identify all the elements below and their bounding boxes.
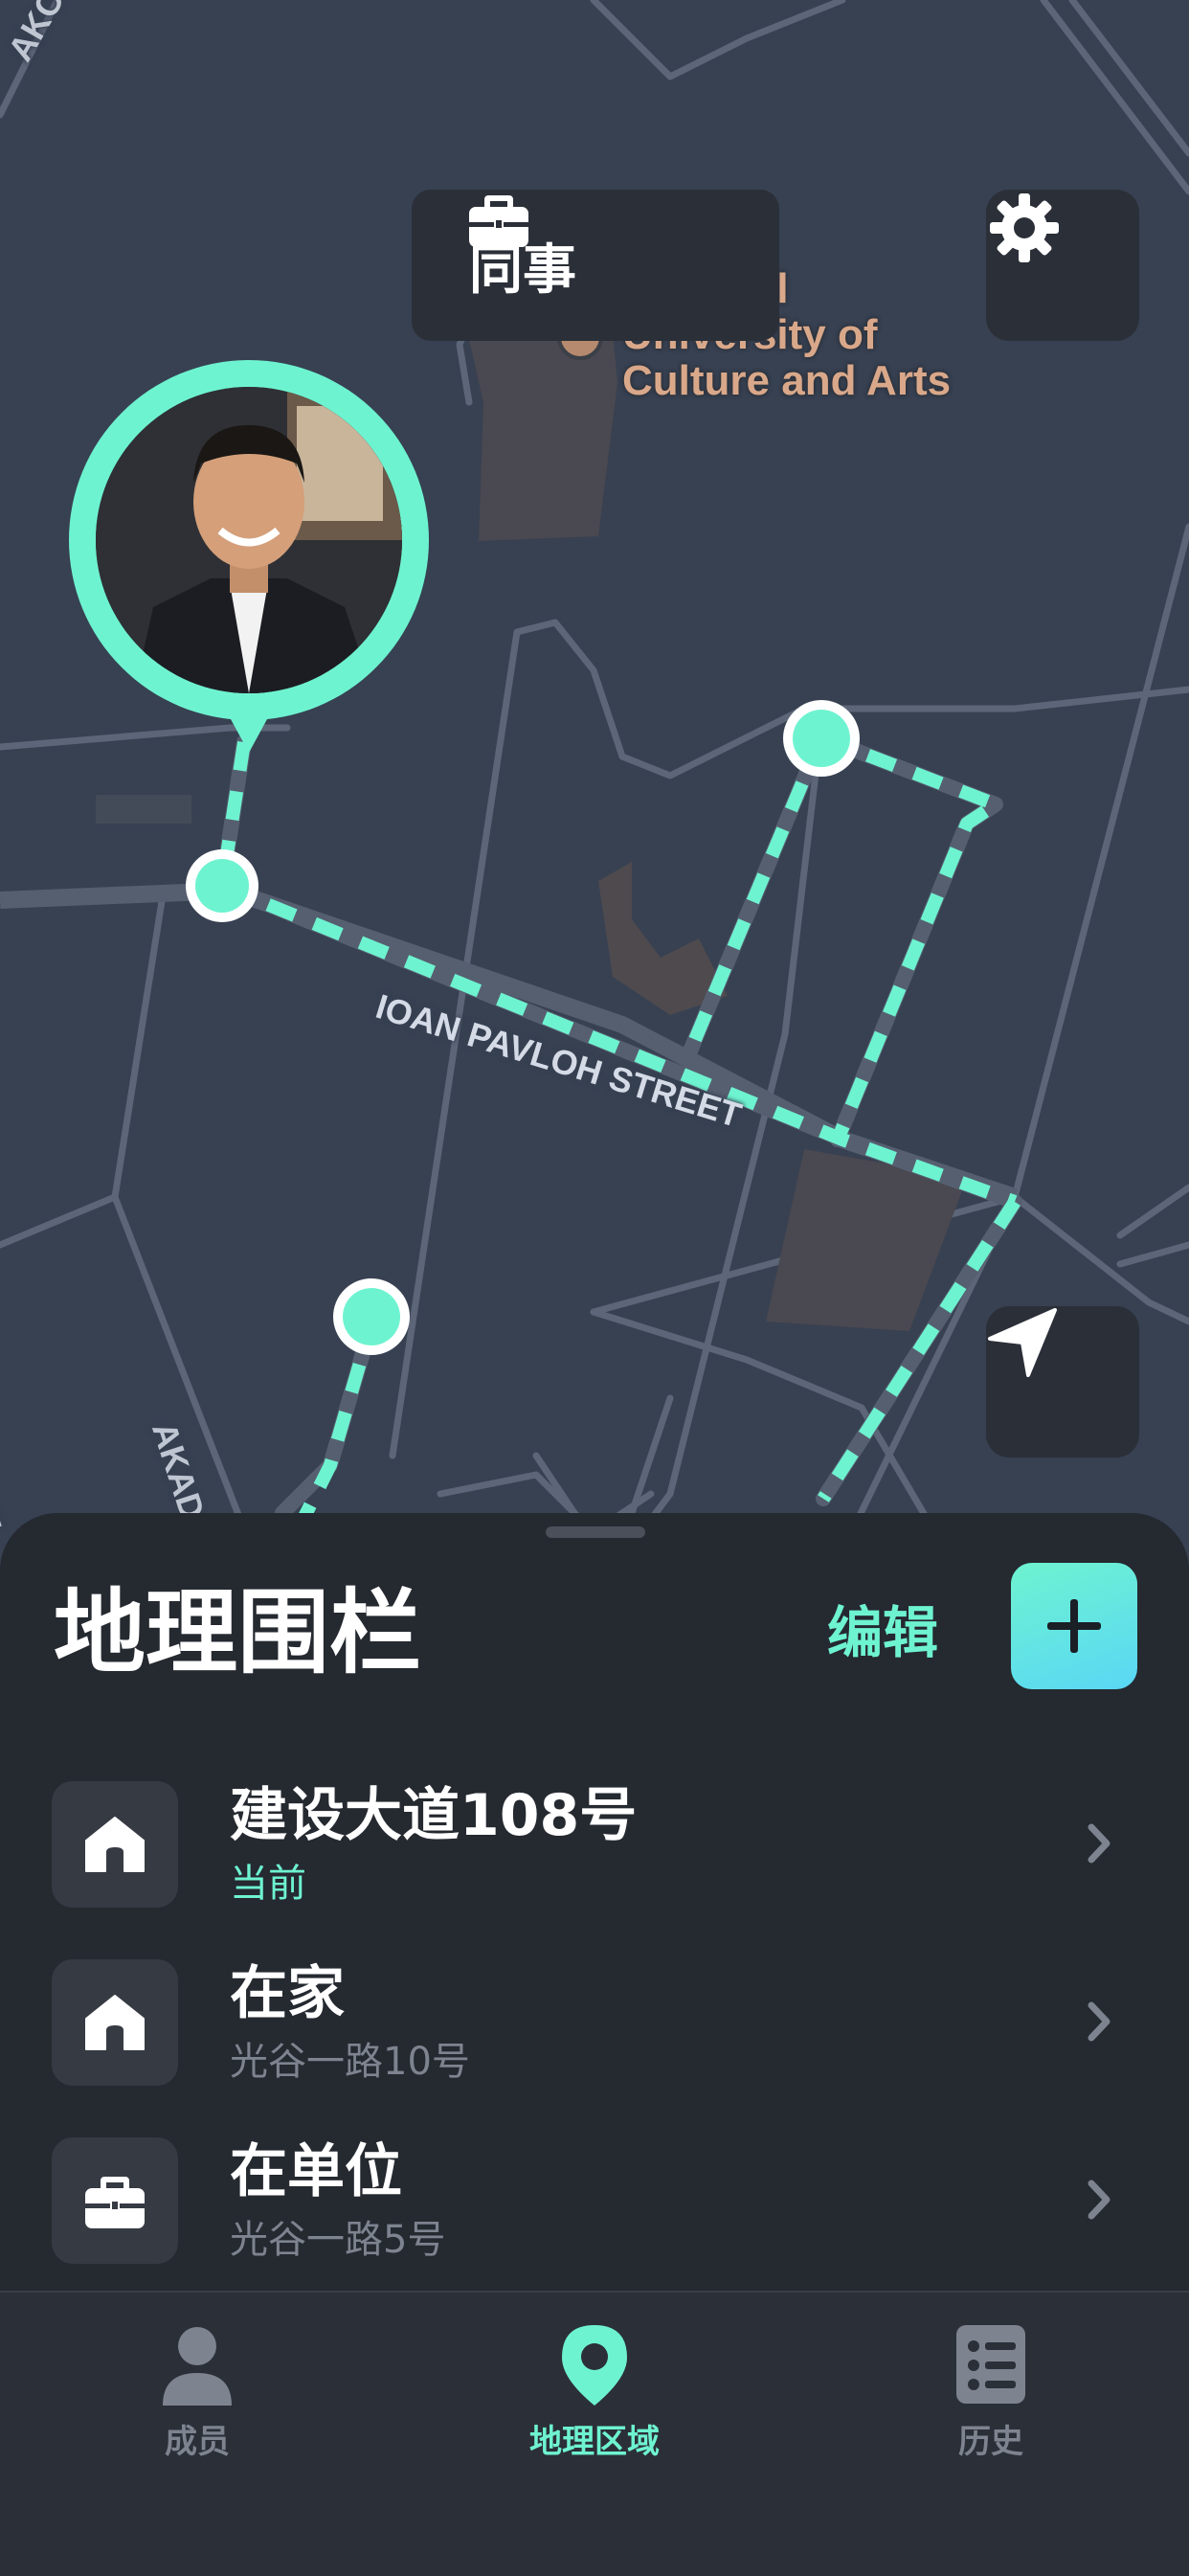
avatar	[96, 387, 402, 693]
home-icon	[85, 1817, 145, 1872]
briefcase-icon	[85, 2177, 145, 2228]
list-icon	[956, 2325, 1025, 2404]
person-icon	[163, 2327, 232, 2406]
navigation-arrow-icon	[988, 1308, 1057, 1377]
tab-label: 成员	[165, 2423, 230, 2461]
tab-label: 历史	[958, 2423, 1023, 2461]
home-icon	[85, 1995, 145, 2050]
item-title: 建设大道108号	[230, 1782, 638, 1849]
location-pin-icon	[562, 2325, 627, 2406]
route-stop[interactable]	[783, 700, 860, 777]
tab-label: 地理区域	[529, 2423, 660, 2461]
geofence-item[interactable]: 在家 光谷一路10号	[0, 1931, 1189, 2109]
building	[469, 330, 617, 541]
group-selector-button[interactable]: 同事	[412, 190, 779, 341]
sheet-title: 地理围栏	[54, 1579, 421, 1686]
sheet-handle[interactable]	[546, 1526, 645, 1538]
tab-members[interactable]: 成员	[101, 2321, 293, 2465]
item-icon-tile	[52, 2137, 178, 2264]
settings-button[interactable]	[986, 190, 1139, 341]
item-title: 在家	[230, 1960, 345, 2027]
plus-icon	[1047, 1599, 1101, 1653]
item-subtitle: 光谷一路5号	[230, 2218, 446, 2262]
member-avatar-marker[interactable]	[69, 360, 429, 762]
briefcase-icon	[469, 195, 528, 247]
chevron-right-icon	[1088, 1823, 1110, 1864]
route-stop[interactable]	[186, 849, 258, 922]
chevron-right-icon	[1088, 2001, 1110, 2042]
item-icon-tile	[52, 1781, 178, 1908]
item-subtitle: 光谷一路10号	[230, 2040, 470, 2084]
tab-geofence[interactable]: 地理区域	[499, 2321, 690, 2465]
chevron-right-icon	[1088, 2180, 1110, 2220]
item-subtitle: 当前	[230, 1862, 306, 1906]
building	[96, 795, 191, 824]
poi-line: Culture and Arts	[622, 357, 952, 404]
locate-me-button[interactable]	[986, 1306, 1139, 1457]
route-stop[interactable]	[333, 1278, 410, 1355]
item-icon-tile	[52, 1959, 178, 2086]
edit-button[interactable]: 编辑	[827, 1590, 938, 1676]
map-view[interactable]: National University of Culture and Arts …	[0, 0, 1189, 1570]
add-geofence-button[interactable]	[1011, 1563, 1137, 1689]
item-title: 在单位	[230, 2138, 402, 2205]
geofence-item[interactable]: 建设大道108号 当前	[0, 1752, 1189, 1931]
tab-history[interactable]: 历史	[895, 2321, 1087, 2465]
bottom-tab-bar: 成员 地理区域 历史	[0, 2291, 1189, 2576]
gear-icon	[990, 193, 1059, 262]
geofence-item[interactable]: 在单位 光谷一路5号	[0, 2109, 1189, 2287]
